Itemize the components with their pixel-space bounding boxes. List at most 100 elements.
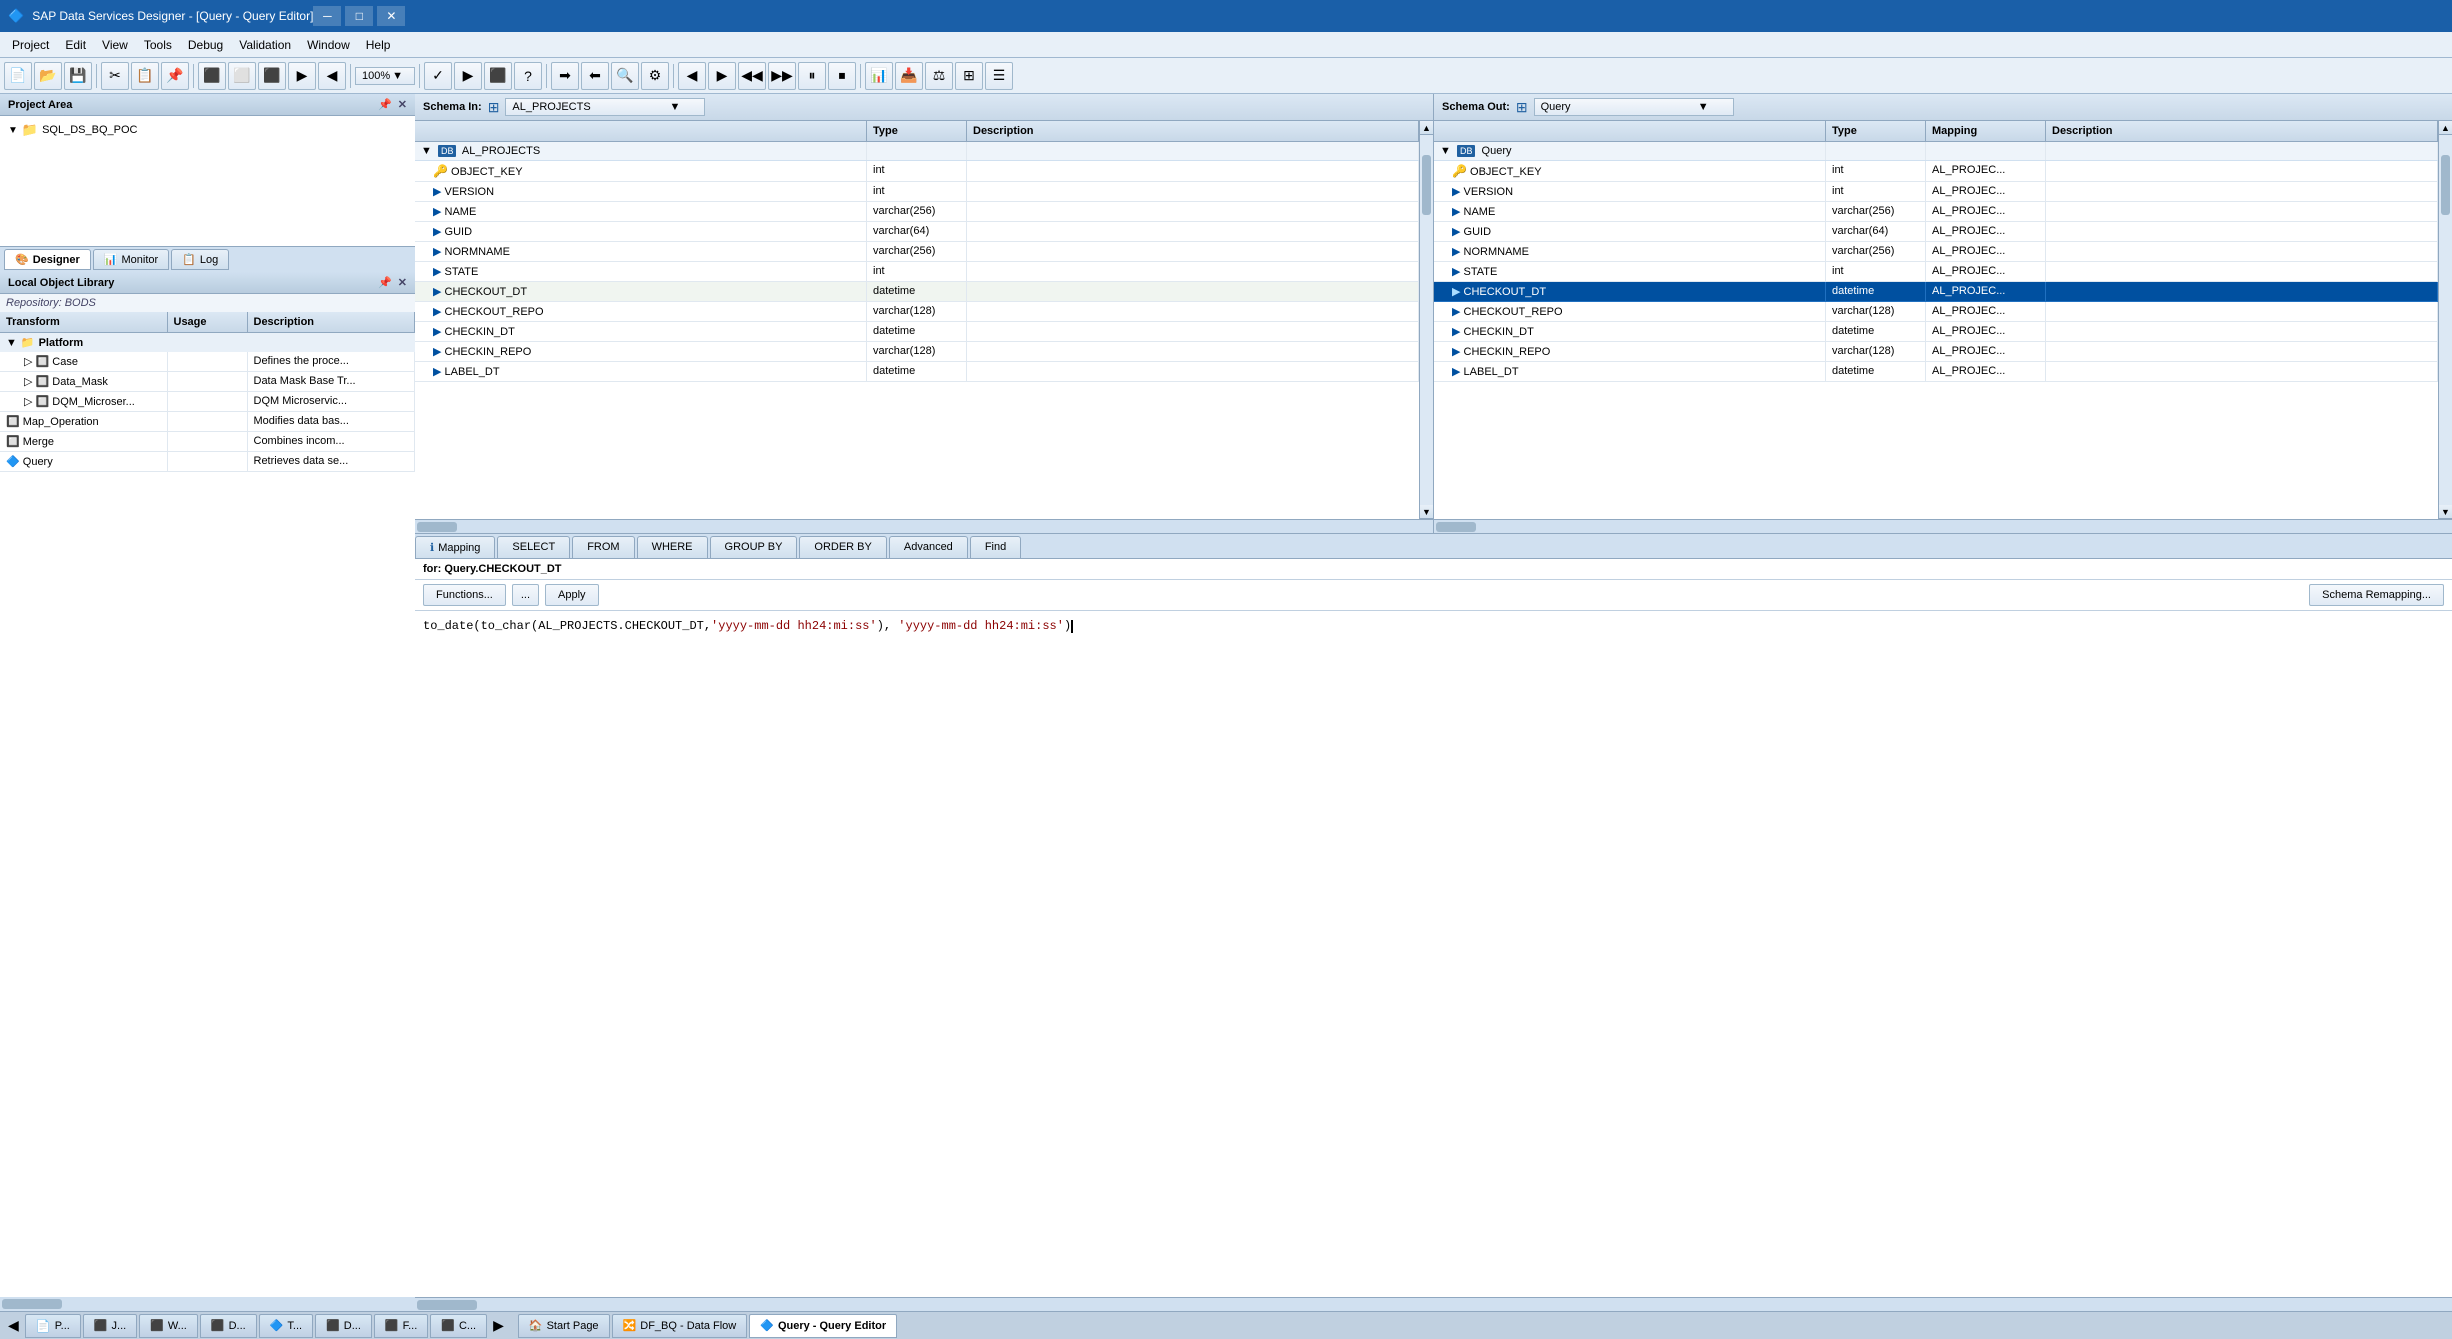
apply-button[interactable]: Apply — [545, 584, 599, 606]
maximize-button[interactable]: □ — [345, 6, 373, 26]
toolbar-export-btn[interactable]: 📊 — [865, 62, 893, 90]
status-tab-p[interactable]: 📄 P... — [25, 1314, 81, 1338]
schema-out-field-checkin-dt[interactable]: ▶ CHECKIN_DT datetime AL_PROJEC... — [1434, 322, 2438, 342]
schema-in-field-checkout-dt[interactable]: ▶ CHECKOUT_DT datetime — [415, 282, 1419, 302]
toolbar-save-btn[interactable]: 💾 — [64, 62, 92, 90]
schema-in-hscroll[interactable] — [415, 519, 1433, 533]
schema-in-field-checkin-dt[interactable]: ▶ CHECKIN_DT datetime — [415, 322, 1419, 342]
toolbar-validate-btn[interactable]: ✓ — [424, 62, 452, 90]
out-scroll-down-btn[interactable]: ▼ — [2439, 505, 2452, 519]
tab-mapping[interactable]: ℹ Mapping — [415, 536, 495, 558]
tab-log[interactable]: 📋 Log — [171, 249, 229, 270]
toolbar-extra5[interactable]: ◀ — [678, 62, 706, 90]
menu-edit[interactable]: Edit — [57, 35, 94, 55]
list-item[interactable]: 🔲 Map_Operation Modifies data bas... — [0, 412, 415, 432]
schema-in-table-header-row[interactable]: ▼ DB AL_PROJECTS — [415, 142, 1419, 161]
toolbar-extra1[interactable]: ➡ — [551, 62, 579, 90]
menu-window[interactable]: Window — [299, 35, 358, 55]
schema-in-field-checkin-repo[interactable]: ▶ CHECKIN_REPO varchar(128) — [415, 342, 1419, 362]
lib-scroll-h[interactable] — [0, 1297, 415, 1311]
local-lib-close-icon[interactable]: ✕ — [398, 276, 407, 289]
menu-validation[interactable]: Validation — [231, 35, 299, 55]
project-tree-item-repo[interactable]: ▼ 📁 SQL_DS_BQ_POC — [4, 120, 411, 140]
toolbar-extra7[interactable]: ◀◀ — [738, 62, 766, 90]
tab-select[interactable]: SELECT — [497, 536, 570, 558]
tab-from[interactable]: FROM — [572, 536, 634, 558]
toolbar-open-btn[interactable]: 📂 — [34, 62, 62, 90]
schema-in-field-state[interactable]: ▶ STATE int — [415, 262, 1419, 282]
schema-in-field-checkout-repo[interactable]: ▶ CHECKOUT_REPO varchar(128) — [415, 302, 1419, 322]
tab-order-by[interactable]: ORDER BY — [799, 536, 886, 558]
menu-project[interactable]: Project — [4, 35, 57, 55]
schema-in-field-version[interactable]: ▶ VERSION int — [415, 182, 1419, 202]
toolbar-btn3[interactable]: ⬛ — [258, 62, 286, 90]
lib-section-platform[interactable]: ▼ 📁 Platform — [0, 333, 415, 352]
schema-out-dropdown[interactable]: Query ▼ — [1534, 98, 1734, 116]
nav-tab-start-page[interactable]: 🏠 Start Page — [518, 1314, 610, 1338]
toolbar-run-btn[interactable]: ▶ — [454, 62, 482, 90]
project-close-icon[interactable]: ✕ — [398, 98, 407, 111]
toolbar-new-btn[interactable]: 📄 — [4, 62, 32, 90]
project-pin-icon[interactable]: 📌 — [378, 98, 392, 111]
nav-tab-data-flow[interactable]: 🔀 DF_BQ - Data Flow — [612, 1314, 748, 1338]
dots-button[interactable]: ... — [512, 584, 539, 606]
schema-out-field-version[interactable]: ▶ VERSION int AL_PROJEC... — [1434, 182, 2438, 202]
toolbar-list-btn[interactable]: ☰ — [985, 62, 1013, 90]
schema-out-field-checkout-dt[interactable]: ▶ CHECKOUT_DT datetime AL_PROJEC... — [1434, 282, 2438, 302]
minimize-button[interactable]: ─ — [313, 6, 341, 26]
list-item[interactable]: 🔷 Query Retrieves data se... — [0, 452, 415, 472]
status-tab-c[interactable]: ⬛ C... — [430, 1314, 487, 1338]
schema-out-vscroll[interactable]: ▲ ▼ — [2438, 121, 2452, 519]
schema-out-field-checkout-repo[interactable]: ▶ CHECKOUT_REPO varchar(128) AL_PROJEC..… — [1434, 302, 2438, 322]
expr-hscroll[interactable] — [415, 1297, 2452, 1311]
toolbar-extra9[interactable]: ⏸ — [798, 62, 826, 90]
status-tab-d2[interactable]: ⬛ D... — [315, 1314, 372, 1338]
toolbar-btn4[interactable]: ▶ — [288, 62, 316, 90]
status-arrow-left[interactable]: ◀ — [4, 1315, 23, 1336]
tab-monitor[interactable]: 📊 Monitor — [93, 249, 169, 270]
list-item[interactable]: ▷ 🔲 Case Defines the proce... — [0, 352, 415, 372]
schema-out-field-name-row[interactable]: ▶ NAME varchar(256) AL_PROJEC... — [1434, 202, 2438, 222]
status-tab-f[interactable]: ⬛ F... — [374, 1314, 428, 1338]
schema-out-table-header-row[interactable]: ▼ DB Query — [1434, 142, 2438, 161]
status-arrow-right[interactable]: ▶ — [489, 1315, 508, 1336]
toolbar-stop-btn[interactable]: ⬛ — [484, 62, 512, 90]
schema-out-field-object-key[interactable]: 🔑 OBJECT_KEY int AL_PROJEC... — [1434, 161, 2438, 182]
list-item[interactable]: ▷ 🔲 DQM_Microser... DQM Microservic... — [0, 392, 415, 412]
schema-out-field-label-dt[interactable]: ▶ LABEL_DT datetime AL_PROJEC... — [1434, 362, 2438, 382]
toolbar-copy-btn[interactable]: 📋 — [131, 62, 159, 90]
toolbar-import-btn[interactable]: 📥 — [895, 62, 923, 90]
schema-out-field-normname[interactable]: ▶ NORMNAME varchar(256) AL_PROJEC... — [1434, 242, 2438, 262]
status-tab-w[interactable]: ⬛ W... — [139, 1314, 198, 1338]
menu-help[interactable]: Help — [358, 35, 399, 55]
schema-in-field-name[interactable]: ▶ NAME varchar(256) — [415, 202, 1419, 222]
toolbar-extra4[interactable]: ⚙ — [641, 62, 669, 90]
zoom-control[interactable]: 100% ▼ — [355, 67, 415, 85]
tab-where[interactable]: WHERE — [637, 536, 708, 558]
tab-designer[interactable]: 🎨 Designer — [4, 249, 91, 270]
menu-tools[interactable]: Tools — [136, 35, 180, 55]
nav-tab-query-editor[interactable]: 🔷 Query - Query Editor — [749, 1314, 897, 1338]
tab-advanced[interactable]: Advanced — [889, 536, 968, 558]
local-lib-pin-icon[interactable]: 📌 — [378, 276, 392, 289]
toolbar-btn1[interactable]: ⬛ — [198, 62, 226, 90]
menu-debug[interactable]: Debug — [180, 35, 231, 55]
toolbar-btn5[interactable]: ◀ — [318, 62, 346, 90]
schema-remapping-button[interactable]: Schema Remapping... — [2309, 584, 2444, 606]
scroll-down-btn[interactable]: ▼ — [1420, 505, 1433, 519]
toolbar-extra10[interactable]: ⏹ — [828, 62, 856, 90]
functions-button[interactable]: Functions... — [423, 584, 506, 606]
status-tab-j[interactable]: ⬛ J... — [83, 1314, 137, 1338]
schema-in-dropdown[interactable]: AL_PROJECTS ▼ — [505, 98, 705, 116]
toolbar-extra2[interactable]: ⬅ — [581, 62, 609, 90]
toolbar-paste-btn[interactable]: 📌 — [161, 62, 189, 90]
toolbar-cut-btn[interactable]: ✂ — [101, 62, 129, 90]
toolbar-extra8[interactable]: ▶▶ — [768, 62, 796, 90]
menu-view[interactable]: View — [94, 35, 136, 55]
list-item[interactable]: ▷ 🔲 Data_Mask Data Mask Base Tr... — [0, 372, 415, 392]
toolbar-extra6[interactable]: ▶ — [708, 62, 736, 90]
schema-out-hscroll[interactable] — [1434, 519, 2452, 533]
list-item[interactable]: 🔲 Merge Combines incom... — [0, 432, 415, 452]
tab-group-by[interactable]: GROUP BY — [710, 536, 798, 558]
schema-in-field-normname[interactable]: ▶ NORMNAME varchar(256) — [415, 242, 1419, 262]
